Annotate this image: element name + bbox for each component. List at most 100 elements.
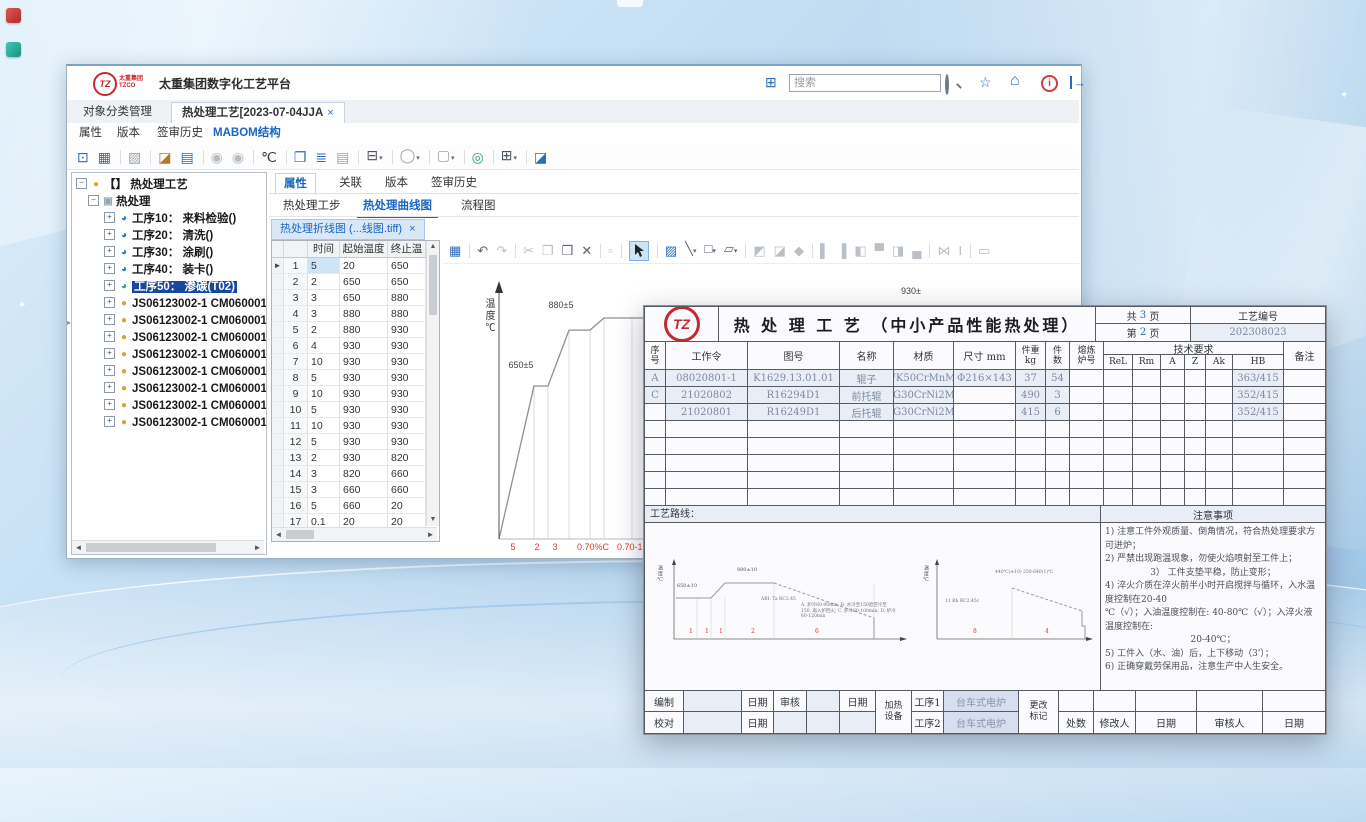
align-middle-icon[interactable]: ◨ xyxy=(892,242,904,260)
cell-end-temp[interactable]: 650 xyxy=(388,258,426,274)
cell-time[interactable]: 5 xyxy=(308,258,340,274)
cell-end-temp[interactable]: 930 xyxy=(388,434,426,450)
cell-end-temp[interactable]: 650 xyxy=(388,274,426,290)
cell-start-temp[interactable]: 930 xyxy=(340,370,388,386)
tab-version[interactable]: 版本 xyxy=(117,123,140,144)
tab-object-classification[interactable]: 对象分类管理 xyxy=(73,102,162,123)
desktop-icon[interactable] xyxy=(6,8,21,23)
cell-start-temp[interactable]: 930 xyxy=(340,386,388,402)
star-icon[interactable]: ☆ xyxy=(979,74,992,90)
scroll-thumb[interactable] xyxy=(286,530,314,539)
align-top-icon[interactable]: ▀ xyxy=(875,242,884,260)
scroll-left-icon[interactable]: ◄ xyxy=(272,528,285,541)
cell-time[interactable]: 10 xyxy=(308,418,340,434)
tab-detail-attributes[interactable]: 属性 xyxy=(275,173,316,195)
cell-start-temp[interactable]: 820 xyxy=(340,466,388,482)
globe-icon[interactable]: ◯▾ xyxy=(400,146,420,168)
cell-end-temp[interactable]: 930 xyxy=(388,354,426,370)
cell-start-temp[interactable]: 930 xyxy=(340,434,388,450)
tree-horizontal-scrollbar[interactable]: ◄ ► xyxy=(72,540,264,554)
save-icon[interactable]: ▦ xyxy=(98,148,111,166)
tab-heat-curve[interactable]: 热处理曲线图 xyxy=(357,196,438,218)
tab-heat-treatment-process[interactable]: 热处理工艺[2023-07-04JJA× xyxy=(171,102,345,124)
tree-item-part-1[interactable]: +●JS06123002-1 CM0600011215 xyxy=(72,312,266,329)
tree-item-part-2[interactable]: +●JS06123002-1 CM0600011215 xyxy=(72,329,266,346)
cell-time[interactable]: 2 xyxy=(308,322,340,338)
cell-start-temp[interactable]: 930 xyxy=(340,354,388,370)
tree-item-part-5[interactable]: +●JS06123002-1 CM0600011215 xyxy=(72,380,266,397)
cell-end-temp[interactable]: 660 xyxy=(388,482,426,498)
tab-mabom-structure[interactable]: MABOM结构 xyxy=(213,123,281,144)
tree-expander-icon[interactable]: + xyxy=(104,297,115,308)
footer-proc2-equip[interactable]: 台车式电炉 xyxy=(944,712,1019,734)
cell-end-temp[interactable]: 930 xyxy=(388,418,426,434)
cell-time[interactable]: 5 xyxy=(308,498,340,514)
copy-icon[interactable]: ❐ xyxy=(294,148,307,166)
tab-flow-chart[interactable]: 流程图 xyxy=(455,196,502,216)
tree-item-op10[interactable]: +◕工序10： 来料检验() xyxy=(72,210,266,227)
redo-icon[interactable]: ↷ xyxy=(496,242,507,260)
cell-time[interactable]: 3 xyxy=(308,482,340,498)
tab-close-icon[interactable]: × xyxy=(327,107,333,119)
tree-expander-icon[interactable]: + xyxy=(104,212,115,223)
search-folder-icon[interactable]: ◎ xyxy=(472,148,484,166)
distribute-v-icon[interactable]: I xyxy=(958,242,962,260)
cell-end-temp[interactable]: 820 xyxy=(388,450,426,466)
cell-end-temp[interactable]: 930 xyxy=(388,402,426,418)
scroll-left-icon[interactable]: ◄ xyxy=(72,541,85,554)
rect-tool-icon[interactable]: □▾ xyxy=(704,240,715,261)
tab-detail-sign-history[interactable]: 签审历史 xyxy=(423,173,485,193)
tab-detail-version[interactable]: 版本 xyxy=(377,173,416,193)
image-icon[interactable]: ▨ xyxy=(128,148,141,166)
tree-expander-icon[interactable]: + xyxy=(104,263,115,274)
cell-start-temp[interactable]: 930 xyxy=(340,450,388,466)
cell-end-temp[interactable]: 880 xyxy=(388,306,426,322)
tree-expander-icon[interactable]: − xyxy=(76,178,87,189)
marquee-icon[interactable]: ▫ xyxy=(608,242,613,260)
logout-icon[interactable]: → xyxy=(1070,76,1086,89)
tree-item-op30[interactable]: +◕工序30： 涂刷() xyxy=(72,244,266,261)
align-left-icon[interactable]: ▌ xyxy=(820,242,829,260)
tab-sign-history[interactable]: 签审历史 xyxy=(157,123,203,144)
tree-expander-icon[interactable]: + xyxy=(104,229,115,240)
table-icon[interactable]: ▦ xyxy=(449,242,461,260)
page-icon[interactable]: ▢▾ xyxy=(437,146,455,168)
tree-expander-icon[interactable]: + xyxy=(104,348,115,359)
tree-item-part-6[interactable]: +●JS06123002-1 CM0600011215 xyxy=(72,397,266,414)
tab-detail-relations[interactable]: 关联 xyxy=(331,173,370,193)
tree-item-op20[interactable]: +◕工序20： 清洗() xyxy=(72,227,266,244)
tree-expander-icon[interactable]: + xyxy=(104,331,115,342)
cell-start-temp[interactable]: 660 xyxy=(340,498,388,514)
cell-start-temp[interactable]: 930 xyxy=(340,402,388,418)
tab-attributes[interactable]: 属性 xyxy=(79,123,102,144)
cell-time[interactable]: 2 xyxy=(308,450,340,466)
db-edit-icon[interactable]: ⊞▾ xyxy=(501,146,517,168)
tree-expander-icon[interactable]: − xyxy=(88,195,99,206)
cell-start-temp[interactable]: 20 xyxy=(340,258,388,274)
delete-icon[interactable]: ✕ xyxy=(581,242,592,260)
tree-item-part-4[interactable]: +●JS06123002-1 CM0600011215 xyxy=(72,363,266,380)
cell-start-temp[interactable]: 930 xyxy=(340,418,388,434)
list-icon[interactable]: ≣ xyxy=(315,148,327,166)
open-window-icon[interactable]: ⊡ xyxy=(77,148,89,166)
tree-expander-icon[interactable]: + xyxy=(104,365,115,376)
tree-root[interactable]: −●【】 热处理工艺 xyxy=(72,176,266,193)
tag-icon[interactable]: ◪ xyxy=(534,148,547,166)
copy-icon[interactable]: ❐ xyxy=(542,242,554,260)
cell-time[interactable]: 5 xyxy=(308,434,340,450)
user-icon[interactable]: ◉ xyxy=(211,148,223,166)
distribute-h-icon[interactable]: ⋈ xyxy=(937,242,950,260)
cell-time[interactable]: 10 xyxy=(308,386,340,402)
tree-item-op50[interactable]: +◕工序50： 渗碳(T02) xyxy=(72,278,266,295)
cell-start-temp[interactable]: 650 xyxy=(340,290,388,306)
cell-start-temp[interactable]: 930 xyxy=(340,338,388,354)
scroll-thumb[interactable] xyxy=(86,543,216,552)
file-tab[interactable]: 热处理折线图 (...线图.tiff) × xyxy=(271,219,425,240)
splitter-collapse-icon[interactable]: ▸ xyxy=(67,318,71,327)
cell-end-temp[interactable]: 880 xyxy=(388,290,426,306)
file-tab-close-icon[interactable]: × xyxy=(409,223,415,235)
cell-end-temp[interactable]: 930 xyxy=(388,370,426,386)
calendar-edit-icon[interactable]: ▤ xyxy=(180,148,193,166)
insert-image-icon[interactable]: ▨ xyxy=(665,242,677,260)
tab-heat-steps[interactable]: 热处理工步 xyxy=(277,196,347,216)
